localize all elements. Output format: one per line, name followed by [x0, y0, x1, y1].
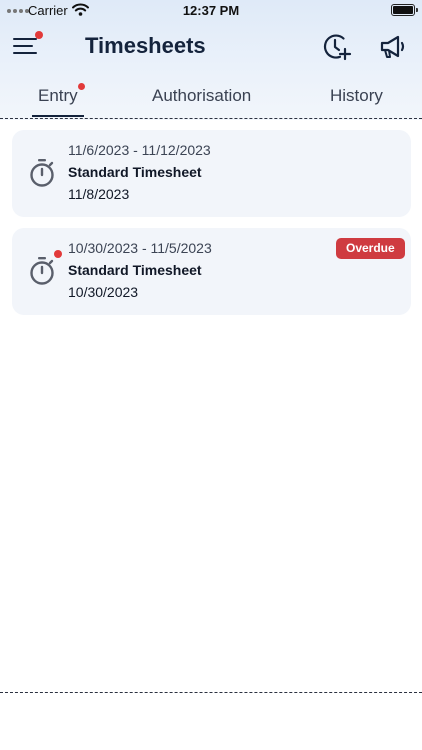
tab-entry[interactable]: Entry — [38, 86, 78, 106]
timesheet-card[interactable]: 11/6/2023 - 11/12/2023 Standard Timeshee… — [12, 130, 411, 217]
bottom-divider — [0, 692, 422, 693]
active-tab-indicator — [32, 115, 84, 117]
tab-entry-notification-dot — [78, 83, 85, 90]
announcements-button[interactable] — [378, 32, 408, 62]
timesheet-range: 10/30/2023 - 11/5/2023 — [68, 240, 212, 256]
timesheet-date: 10/30/2023 — [68, 284, 139, 300]
add-time-button[interactable] — [322, 32, 352, 62]
app-header: Carrier 12:37 PM Timesheets Entry Author… — [0, 0, 422, 120]
battery-icon — [391, 4, 418, 16]
tab-authorisation[interactable]: Authorisation — [152, 86, 251, 106]
timesheet-card[interactable]: 10/30/2023 - 11/5/2023 Standard Timeshee… — [12, 228, 411, 315]
menu-notification-dot — [35, 31, 43, 39]
clock-time: 12:37 PM — [182, 3, 240, 18]
megaphone-icon — [380, 35, 405, 58]
tab-history[interactable]: History — [330, 86, 383, 106]
stopwatch-icon — [30, 257, 54, 285]
page-title: Timesheets — [85, 33, 206, 58]
status-bar: Carrier 12:37 PM — [0, 0, 422, 22]
clock-plus-icon — [323, 34, 352, 61]
header-divider — [0, 118, 422, 119]
stopwatch-icon — [30, 159, 54, 187]
timesheet-range: 11/6/2023 - 11/12/2023 — [68, 142, 211, 158]
overdue-badge: Overdue — [336, 238, 405, 259]
timesheet-type: Standard Timesheet — [68, 164, 202, 180]
overdue-notification-dot — [54, 250, 62, 258]
timesheet-type: Standard Timesheet — [68, 262, 202, 278]
timesheet-date: 11/8/2023 — [68, 186, 130, 202]
